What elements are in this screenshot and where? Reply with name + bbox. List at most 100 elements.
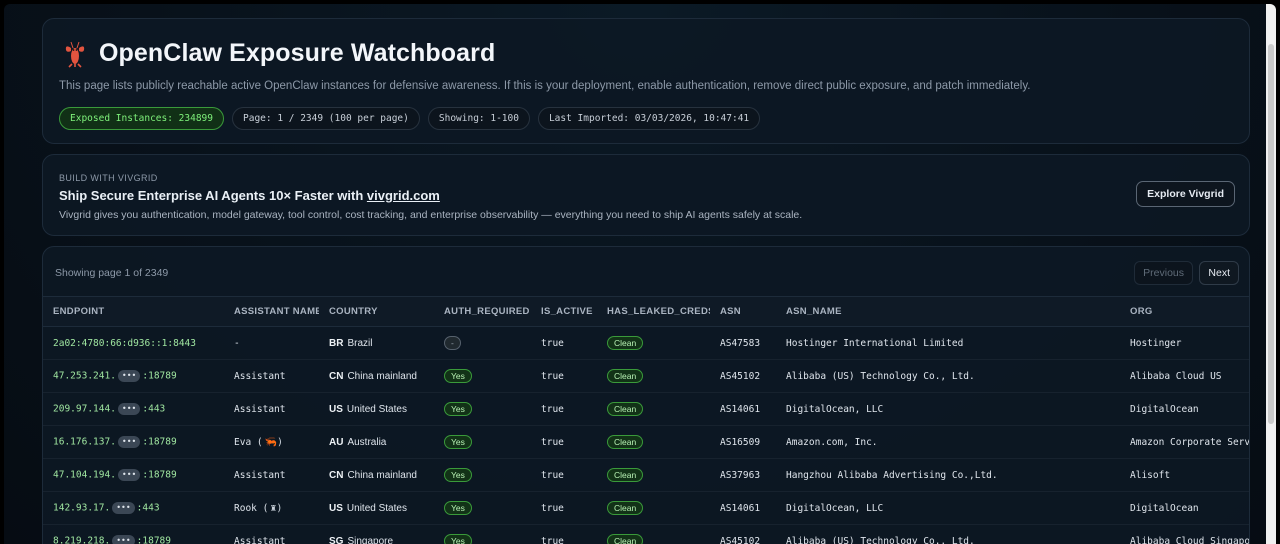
endpoint-port: :18789 (142, 436, 177, 448)
auth-required-badge: Yes (444, 369, 472, 383)
endpoint-prefix: 8.219.218. (53, 535, 111, 544)
column-header: AUTH_REQUIRED (434, 296, 531, 327)
promo-headline: Ship Secure Enterprise AI Agents 10× Fas… (59, 188, 440, 203)
table-row[interactable]: 142.93.17. •••:443 Rook (♜) US United Stat… (43, 491, 1249, 525)
previous-button[interactable]: Previous (1134, 261, 1193, 285)
auth-required-badge: - (444, 336, 461, 350)
table-toolbar: Showing page 1 of 2349 Previous Next (43, 247, 1249, 295)
masked-octet: ••• (117, 436, 141, 448)
country-code: US (329, 403, 343, 415)
org-cell: Amazon Corporate Serv (1120, 425, 1249, 459)
page-description: This page lists publicly reachable activ… (59, 80, 1031, 92)
org-cell: Alibaba Cloud US (1120, 359, 1249, 393)
country-code: BR (329, 337, 344, 349)
table-row[interactable]: 2a02:4780:66:d936::1:8443 - BR Brazil - t… (43, 326, 1249, 360)
org-cell: DigitalOcean (1120, 491, 1249, 525)
endpoint-cell[interactable]: 47.104.194. •••:18789 (43, 458, 224, 492)
assistant-emoji-icon: ♜) (270, 502, 283, 514)
promo-eyebrow: BUILD WITH VIVGRID (59, 173, 158, 183)
country-cell: US United States (319, 491, 434, 525)
endpoint-prefix: 2a02:4780:66:d936::1:8443 (53, 337, 196, 349)
assistant-name-text: Assistant (234, 370, 286, 382)
leaked-creds-cell: Clean (597, 458, 710, 492)
promo-headline-text: Ship Secure Enterprise AI Agents 10× Fas… (59, 188, 367, 203)
assistant-name-text: - (234, 337, 240, 349)
asn-cell: AS14061 (710, 392, 776, 426)
is-active-cell: true (531, 491, 597, 525)
scrollbar-thumb[interactable] (1268, 44, 1274, 424)
is-active-cell: true (531, 392, 597, 426)
assistant-name-cell: Rook (♜) (224, 491, 319, 525)
is-active-cell: true (531, 524, 597, 544)
endpoint-prefix: 47.253.241. (53, 370, 116, 382)
endpoint-port: :443 (136, 502, 160, 514)
endpoint-cell[interactable]: 8.219.218. •••:18789 (43, 524, 224, 544)
endpoint-cell[interactable]: 209.97.144. •••:443 (43, 392, 224, 426)
endpoint-cell[interactable]: 142.93.17. •••:443 (43, 491, 224, 525)
vivgrid-link[interactable]: vivgrid.com (367, 188, 440, 203)
asn-name-cell: DigitalOcean, LLC (776, 491, 1120, 525)
leaked-creds-badge: Clean (607, 468, 644, 482)
country-name: China mainland (347, 370, 417, 382)
auth-required-badge: Yes (444, 435, 472, 449)
explore-vivgrid-button[interactable]: Explore Vivgrid (1136, 181, 1235, 207)
auth-required-badge: Yes (444, 501, 472, 515)
asn-name-cell: Alibaba (US) Technology Co., Ltd. (776, 359, 1120, 393)
auth-required-badge: Yes (444, 534, 472, 544)
auth-required-cell: - (434, 326, 531, 360)
leaked-creds-badge: Clean (607, 402, 644, 416)
leaked-creds-cell: Clean (597, 491, 710, 525)
country-cell: US United States (319, 392, 434, 426)
last-imported-pill: Last Imported: 03/03/2026, 10:47:41 (537, 107, 761, 130)
leaked-creds-badge: Clean (607, 534, 644, 544)
asn-name-cell: Hostinger International Limited (776, 326, 1120, 360)
table-header-row: ENDPOINT ASSISTANT NAME COUNTRY AUTH_REQUIR… (43, 296, 1249, 327)
column-header: ORG (1120, 296, 1249, 327)
assistant-name-text: Assistant (234, 469, 286, 481)
stats-pills: Exposed Instances: 234899 Page: 1 / 2349… (59, 107, 761, 130)
endpoint-port: :18789 (142, 469, 177, 481)
showing-page-text: Showing page 1 of 2349 (55, 267, 169, 279)
endpoint-prefix: 47.104.194. (53, 469, 116, 481)
promo-card: BUILD WITH VIVGRID Ship Secure Enterpris… (42, 154, 1250, 236)
country-cell: CN China mainland (319, 458, 434, 492)
asn-cell: AS45102 (710, 524, 776, 544)
country-name: Singapore (347, 535, 394, 544)
table-row[interactable]: 8.219.218. •••:18789 Assistant SG Singapor… (43, 524, 1249, 544)
country-name: China mainland (347, 469, 417, 481)
column-header: COUNTRY (319, 296, 434, 327)
country-name: Brazil (347, 337, 373, 349)
country-code: CN (329, 370, 344, 382)
table-row[interactable]: 47.253.241. •••:18789 Assistant CN China m… (43, 359, 1249, 393)
country-cell: SG Singapore (319, 524, 434, 544)
assistant-name-text: Eva ( (234, 436, 263, 448)
column-header: ENDPOINT (43, 296, 224, 327)
assistant-emoji-icon: 🦐) (264, 436, 284, 448)
asn-cell: AS14061 (710, 491, 776, 525)
instances-table-card: Showing page 1 of 2349 Previous Next END… (42, 246, 1250, 544)
endpoint-cell[interactable]: 47.253.241. •••:18789 (43, 359, 224, 393)
table-row[interactable]: 47.104.194. •••:18789 Assistant CN China m… (43, 458, 1249, 492)
scrollbar[interactable] (1266, 4, 1276, 544)
page-title: OpenClaw Exposure Watchboard (99, 39, 496, 67)
endpoint-cell[interactable]: 2a02:4780:66:d936::1:8443 (43, 326, 224, 360)
endpoint-cell[interactable]: 16.176.137. •••:18789 (43, 425, 224, 459)
org-cell: Alibaba Cloud Singapo (1120, 524, 1249, 544)
table-body: 2a02:4780:66:d936::1:8443 - BR Brazil - t… (43, 326, 1249, 544)
masked-octet: ••• (117, 403, 141, 415)
assistant-name-cell: Assistant (224, 359, 319, 393)
next-button[interactable]: Next (1199, 261, 1239, 285)
country-name: United States (346, 502, 407, 514)
lobster-icon (61, 40, 89, 68)
is-active-cell: true (531, 425, 597, 459)
auth-required-cell: Yes (434, 524, 531, 544)
asn-cell: AS16509 (710, 425, 776, 459)
leaked-creds-cell: Clean (597, 326, 710, 360)
leaked-creds-cell: Clean (597, 524, 710, 544)
asn-name-cell: Alibaba (US) Technology Co., Ltd. (776, 524, 1120, 544)
table-row[interactable]: 209.97.144. •••:443 Assistant US United St… (43, 392, 1249, 426)
country-name: United States (346, 403, 407, 415)
column-header: ASN_NAME (776, 296, 1120, 327)
column-header: ASN (710, 296, 776, 327)
table-row[interactable]: 16.176.137. •••:18789 Eva (🦐) AU Australia… (43, 425, 1249, 459)
